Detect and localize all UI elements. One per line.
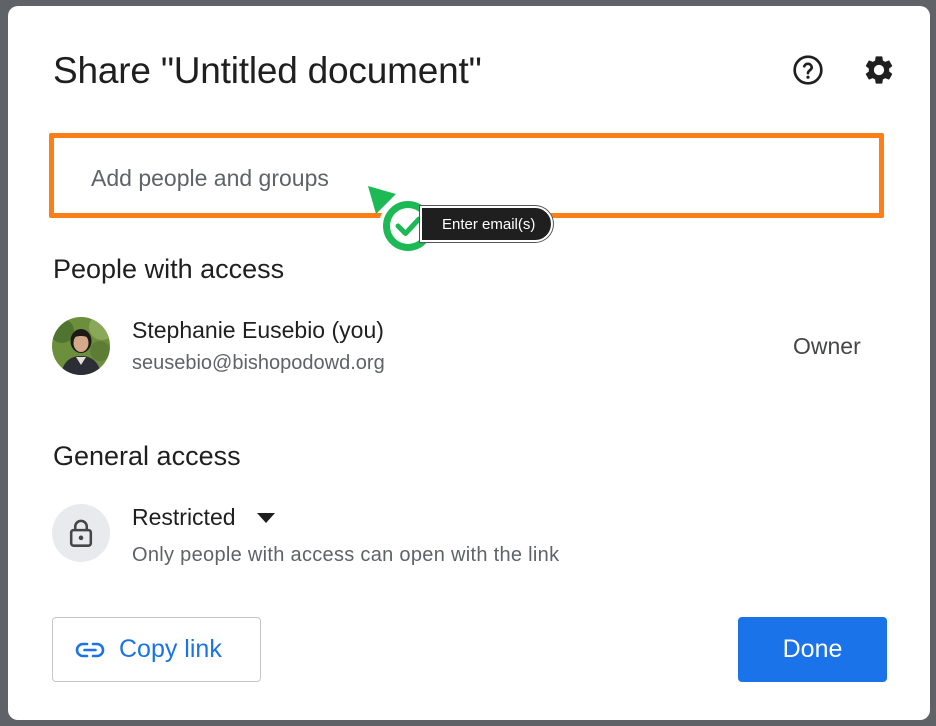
general-access-dropdown[interactable]: Restricted bbox=[132, 504, 276, 531]
person-name: Stephanie Eusebio (you) bbox=[132, 317, 384, 343]
copy-link-button[interactable]: Copy link bbox=[52, 617, 261, 682]
person-role: Owner bbox=[793, 333, 861, 359]
avatar bbox=[52, 317, 110, 375]
copy-link-label: Copy link bbox=[119, 635, 222, 663]
general-access-heading: General access bbox=[53, 441, 241, 471]
people-with-access-heading: People with access bbox=[53, 254, 285, 284]
instruction-tooltip: Enter email(s) bbox=[420, 206, 554, 242]
help-button[interactable] bbox=[790, 52, 826, 88]
add-people-input[interactable] bbox=[91, 165, 851, 192]
caret-down-icon bbox=[256, 512, 276, 524]
share-dialog: Share "Untitled document" Enter email(s)… bbox=[8, 6, 930, 720]
help-circle-icon bbox=[793, 55, 823, 85]
general-access-icon-container bbox=[52, 504, 110, 562]
settings-button[interactable] bbox=[861, 52, 897, 88]
done-button[interactable]: Done bbox=[738, 617, 887, 682]
general-access-selected: Restricted bbox=[132, 504, 236, 530]
link-icon bbox=[75, 642, 105, 658]
gear-icon bbox=[865, 56, 893, 84]
general-access-description: Only people with access can open with th… bbox=[132, 544, 560, 566]
lock-icon bbox=[69, 519, 93, 547]
person-email: seusebio@bishopodowd.org bbox=[132, 352, 385, 374]
dialog-title: Share "Untitled document" bbox=[53, 50, 482, 91]
